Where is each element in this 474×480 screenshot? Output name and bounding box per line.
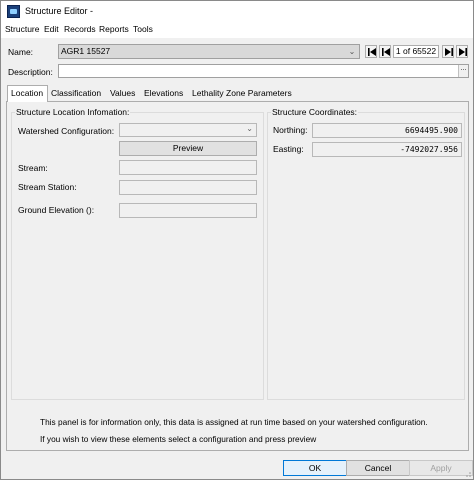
tab-lethality-zone-parameters[interactable]: Lethality Zone Parameters <box>189 87 295 101</box>
chevron-down-icon[interactable]: ⌄ <box>346 46 358 57</box>
record-position: 1 of 65522 <box>393 45 439 58</box>
resize-grip-icon[interactable] <box>463 469 471 477</box>
previous-record-icon <box>382 48 390 56</box>
cancel-button[interactable]: Cancel <box>346 460 410 476</box>
stream-label: Stream: <box>18 163 48 173</box>
tab-elevations[interactable]: Elevations <box>141 87 186 101</box>
menu-tools[interactable]: Tools <box>133 24 153 34</box>
stream-station-field <box>119 180 257 195</box>
menu-records[interactable]: Records <box>64 24 96 34</box>
structure-location-group-title: Structure Location Infomation: <box>15 107 131 117</box>
first-record-icon <box>368 48 376 56</box>
structure-coordinates-group-title: Structure Coordinates: <box>271 107 359 117</box>
preview-button[interactable]: Preview <box>119 141 257 156</box>
location-tab-panel: Structure Location Infomation: Watershed… <box>6 101 469 451</box>
easting-label: Easting: <box>273 144 304 154</box>
menu-structure[interactable]: Structure <box>5 24 40 34</box>
last-record-icon <box>459 48 467 56</box>
next-record-icon <box>445 48 453 56</box>
menu-reports[interactable]: Reports <box>99 24 129 34</box>
info-text-line2: If you wish to view these elements selec… <box>40 434 317 444</box>
first-record-button[interactable] <box>365 45 377 58</box>
ground-elevation-label: Ground Elevation (): <box>18 205 95 215</box>
northing-field: 6694495.900 <box>312 123 462 138</box>
tab-values[interactable]: Values <box>107 87 138 101</box>
chevron-down-icon[interactable]: ⌄ <box>246 124 253 133</box>
title-bar: Structure Editor - <box>1 1 473 22</box>
description-input[interactable]: ... <box>58 64 469 78</box>
window-title: Structure Editor - <box>25 6 94 16</box>
watershed-configuration-label: Watershed Configuration: <box>18 126 115 136</box>
menu-bar: Structure Edit Records Reports Tools <box>1 22 473 38</box>
name-label: Name: <box>8 47 34 57</box>
app-icon <box>7 5 20 18</box>
tab-classification[interactable]: Classification <box>48 87 104 101</box>
next-record-button[interactable] <box>442 45 454 58</box>
previous-record-button[interactable] <box>379 45 391 58</box>
ground-elevation-field <box>119 203 257 218</box>
structure-editor-window: Structure Editor - Structure Edit Record… <box>0 0 474 480</box>
stream-field <box>119 160 257 175</box>
menu-edit[interactable]: Edit <box>44 24 59 34</box>
tab-location[interactable]: Location <box>7 85 48 102</box>
ellipsis-icon[interactable]: ... <box>458 65 468 77</box>
last-record-button[interactable] <box>456 45 468 58</box>
info-text-line1: This panel is for information only, this… <box>40 417 428 427</box>
name-combobox[interactable]: AGR1 15527 ⌄ <box>58 44 360 59</box>
stream-station-label: Stream Station: <box>18 182 77 192</box>
watershed-configuration-select[interactable]: ⌄ <box>119 123 257 137</box>
northing-label: Northing: <box>273 125 308 135</box>
ok-button[interactable]: OK <box>283 460 347 476</box>
easting-field: -7492027.956 <box>312 142 462 157</box>
description-label: Description: <box>8 67 53 77</box>
name-value: AGR1 15527 <box>61 46 111 56</box>
